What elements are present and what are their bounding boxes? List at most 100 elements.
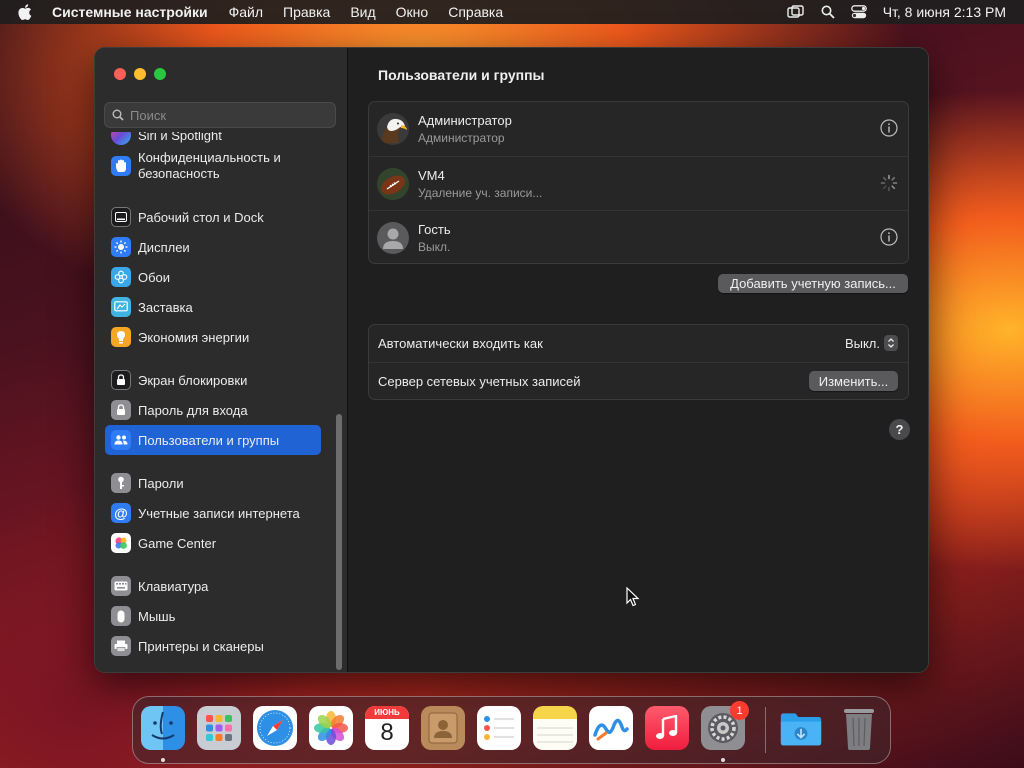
notification-badge: 1 [730,701,749,720]
sidebar-item-label: Пароли [138,475,184,491]
sidebar-item-screensaver[interactable]: Заставка [105,292,321,322]
network-server-row: Сервер сетевых учетных записей Изменить.… [369,362,908,400]
downloads-folder-icon[interactable] [779,706,823,750]
menu-view[interactable]: Вид [350,4,375,20]
zoom-button[interactable] [154,68,166,80]
mouse-icon [111,606,131,626]
menu-app-name[interactable]: Системные настройки [52,4,208,20]
launchpad-icon[interactable] [197,706,241,750]
sidebar-item-energy[interactable]: Экономия энергии [105,322,321,352]
guest-avatar [377,222,409,254]
sidebar-item-label: Учетные записи интернета [138,505,300,521]
flower-icon [111,267,131,287]
dock-icon [111,207,131,227]
calendar-icon[interactable]: ИЮНЬ 8 [365,706,409,750]
hand-icon [111,156,131,176]
sidebar-item-label: Game Center [138,535,217,551]
sidebar-item-displays[interactable]: Дисплеи [105,232,321,262]
sidebar-item-login-password[interactable]: Пароль для входа [105,395,321,425]
sidebar-item-game-center[interactable]: Game Center [105,528,321,558]
sidebar-item-privacy[interactable]: Конфиденциальность и безопасность [105,146,321,186]
sidebar-item-printers[interactable]: Принтеры и сканеры [105,631,321,661]
help-button[interactable]: ? [889,419,910,440]
mouse-cursor-icon [626,586,640,612]
sidebar-item-keyboard[interactable]: Клавиатура [105,571,321,601]
sidebar-item-label: Клавиатура [138,578,209,594]
sidebar-item-label: Рабочий стол и Dock [138,209,264,225]
running-indicator [721,758,725,762]
menu-clock[interactable]: Чт, 8 июня 2:13 PM [883,4,1006,20]
notes-icon[interactable] [533,706,577,750]
close-button[interactable] [114,68,126,80]
sidebar-list: Siri и Spotlight Конфиденциальность и бе… [95,132,347,672]
chevron-updown-icon [884,335,898,351]
control-center-icon[interactable] [850,5,867,19]
freeform-icon[interactable] [589,706,633,750]
at-icon: @ [111,503,131,523]
running-indicator [161,758,165,762]
sidebar-item-wallpaper[interactable]: Обои [105,262,321,292]
sidebar-item-mouse[interactable]: Мышь [105,601,321,631]
menu-file[interactable]: Файл [229,4,263,20]
contacts-icon[interactable] [421,706,465,750]
auto-login-row: Автоматически входить как Выкл. [369,325,908,362]
menu-window[interactable]: Окно [396,4,429,20]
sidebar-item-label: Принтеры и сканеры [138,638,264,654]
calendar-month: ИЮНЬ [365,706,409,719]
sidebar-item-label: Заставка [138,299,193,315]
sidebar-scrollbar[interactable] [336,414,342,670]
search-icon [112,109,124,121]
auto-login-value: Выкл. [844,335,880,351]
user-row-admin[interactable]: Администратор Администратор [369,102,908,156]
music-icon[interactable] [645,706,689,750]
sidebar-item-lock-screen[interactable]: Экран блокировки [105,365,321,395]
bulb-icon [111,327,131,347]
eagle-avatar [377,113,409,145]
football-avatar [377,168,409,200]
user-row-guest[interactable]: Гость Выкл. [369,210,908,265]
sidebar-item-desktop-dock[interactable]: Рабочий стол и Dock [105,202,321,232]
sidebar-item-label: Дисплеи [138,239,190,255]
user-role: Администратор [418,131,505,145]
dock-separator [765,707,766,753]
sidebar-item-label: Мышь [138,608,176,624]
safari-icon[interactable] [253,706,297,750]
minimize-button[interactable] [134,68,146,80]
sun-icon [111,237,131,257]
sidebar-item-label: Siri и Spotlight [138,132,222,143]
page-title: Пользователи и группы [378,67,545,83]
apple-menu-icon[interactable] [18,4,36,20]
spinner-icon [880,174,898,197]
trash-icon[interactable] [837,706,881,750]
key-icon [111,473,131,493]
sidebar-item-label: Обои [138,269,171,285]
sidebar-item-internet-accounts[interactable]: @ Учетные записи интернета [105,498,321,528]
search-field[interactable] [104,102,336,128]
menu-edit[interactable]: Правка [283,4,330,20]
menu-help[interactable]: Справка [448,4,503,20]
dock: ИЮНЬ 8 1 [132,696,891,764]
menu-bar: Системные настройки Файл Правка Вид Окно… [0,0,1024,24]
photos-icon[interactable] [309,706,353,750]
calendar-day: 8 [380,719,394,746]
lock-screen-icon [111,370,131,390]
finder-icon[interactable] [141,706,185,750]
sidebar-item-users-groups[interactable]: Пользователи и группы [105,425,321,455]
info-icon[interactable] [880,119,898,142]
keyboard-icon [111,576,131,596]
info-icon[interactable] [880,228,898,251]
change-button[interactable]: Изменить... [809,371,898,391]
spotlight-search-icon[interactable] [821,5,835,19]
screen-mirroring-icon[interactable] [786,5,805,19]
search-input[interactable] [130,107,310,123]
user-row-vm4[interactable]: VM4 Удаление уч. записи... [369,156,908,211]
siri-icon [111,132,131,145]
sidebar-item-label: Пользователи и группы [138,432,280,448]
sidebar: Siri и Spotlight Конфиденциальность и бе… [95,48,348,672]
sidebar-item-passwords[interactable]: Пароли [105,468,321,498]
user-name: VM4 [418,168,445,183]
auto-login-popup[interactable]: Выкл. [845,335,898,351]
lock-icon [111,400,131,420]
reminders-icon[interactable] [477,706,521,750]
add-account-button[interactable]: Добавить учетную запись... [718,274,908,293]
